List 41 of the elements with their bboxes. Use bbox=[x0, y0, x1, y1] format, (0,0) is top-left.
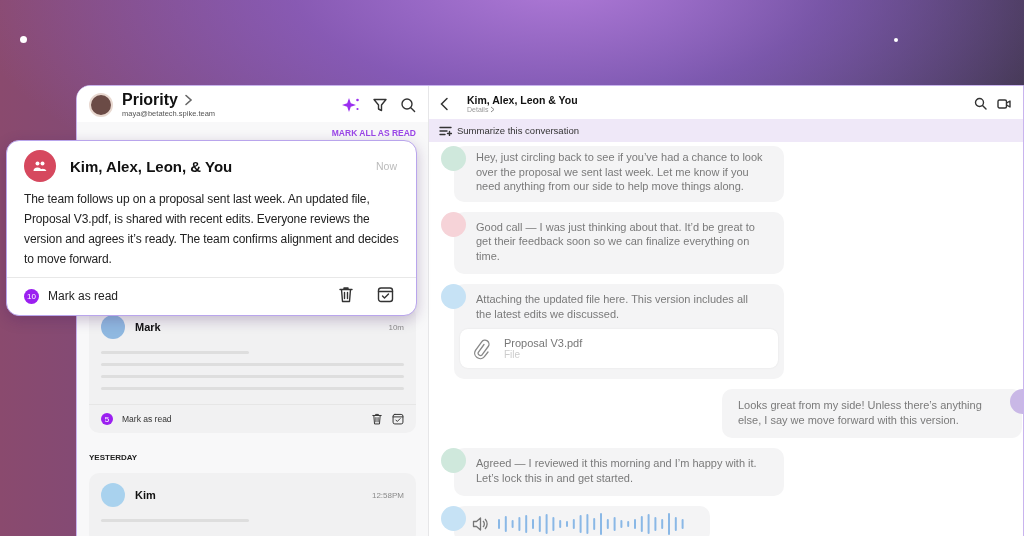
message-text: Good call — I was just thinking about that. It’d be great to get their feedback soon so we can finalize everything on time. bbox=[476, 219, 756, 263]
summarize-list-icon bbox=[439, 125, 452, 136]
profile-avatar[interactable] bbox=[89, 92, 113, 117]
sparkle-dot bbox=[20, 36, 27, 43]
sender-name: Mark bbox=[135, 321, 162, 333]
trash-icon[interactable] bbox=[338, 286, 354, 303]
summary-text: The team follows up on a proposal sent last week. An updated file, Proposal V3.pdf, is shared with recent edits. Everyone reviews the version and agrees it’s ready. The team confirms alignment and decides to move forward. bbox=[23, 191, 400, 268]
sender-name: Kim bbox=[135, 489, 157, 501]
timestamp: 10m bbox=[388, 322, 404, 332]
trash-icon[interactable] bbox=[371, 413, 383, 425]
calendar-check-icon[interactable] bbox=[377, 286, 394, 303]
chevron-right-icon[interactable] bbox=[490, 106, 496, 113]
conversation-title: Kim, Alex, Leon & You bbox=[467, 94, 578, 106]
sparkle-dot bbox=[894, 38, 898, 42]
timestamp: 12:58PM bbox=[371, 490, 404, 500]
message-card[interactable]: Kim 12:58PM bbox=[89, 473, 416, 536]
count-badge: 5 bbox=[101, 413, 113, 425]
inbox-title[interactable]: Priority bbox=[122, 91, 178, 109]
calendar-check-icon[interactable] bbox=[392, 413, 404, 425]
back-chevron-icon[interactable] bbox=[439, 96, 449, 111]
paperclip-icon bbox=[474, 337, 490, 360]
file-name: Proposal V3.pdf bbox=[504, 337, 583, 349]
section-heading: YESTERDAY bbox=[89, 452, 139, 464]
popup-title: Kim, Alex, Leon, & You bbox=[70, 157, 234, 175]
search-icon[interactable] bbox=[974, 97, 987, 110]
message-text: Hey, just circling back to see if you’ve had a chance to look over the proposal we sent last week. Let me know if you need anything from our side to help move things along. bbox=[476, 150, 764, 194]
message-text: Looks great from my side! Unless there’s anything else, I say we move forward with this version. bbox=[738, 398, 983, 427]
people-icon bbox=[33, 160, 47, 172]
count-badge: 10 bbox=[24, 289, 39, 304]
chevron-right-icon[interactable] bbox=[184, 94, 193, 106]
timestamp: Now bbox=[376, 160, 397, 172]
mark-all-read-link[interactable]: MARK ALL AS READ bbox=[331, 128, 416, 138]
mark-as-read-button[interactable]: Mark as read bbox=[122, 414, 172, 424]
mark-as-read-button[interactable]: Mark as read bbox=[48, 289, 119, 303]
message-text: Attaching the updated file here. This version includes all the latest edits we discussed. bbox=[476, 292, 749, 321]
message-text: Agreed — I reviewed it this morning and I’m happy with it. Let’s lock this in and get started. bbox=[476, 456, 758, 485]
summarize-button[interactable]: Summarize this conversation bbox=[429, 119, 1023, 142]
filter-icon[interactable] bbox=[372, 96, 388, 113]
speaker-icon[interactable] bbox=[472, 516, 490, 532]
search-icon[interactable] bbox=[400, 96, 416, 113]
video-camera-icon[interactable] bbox=[997, 97, 1011, 110]
